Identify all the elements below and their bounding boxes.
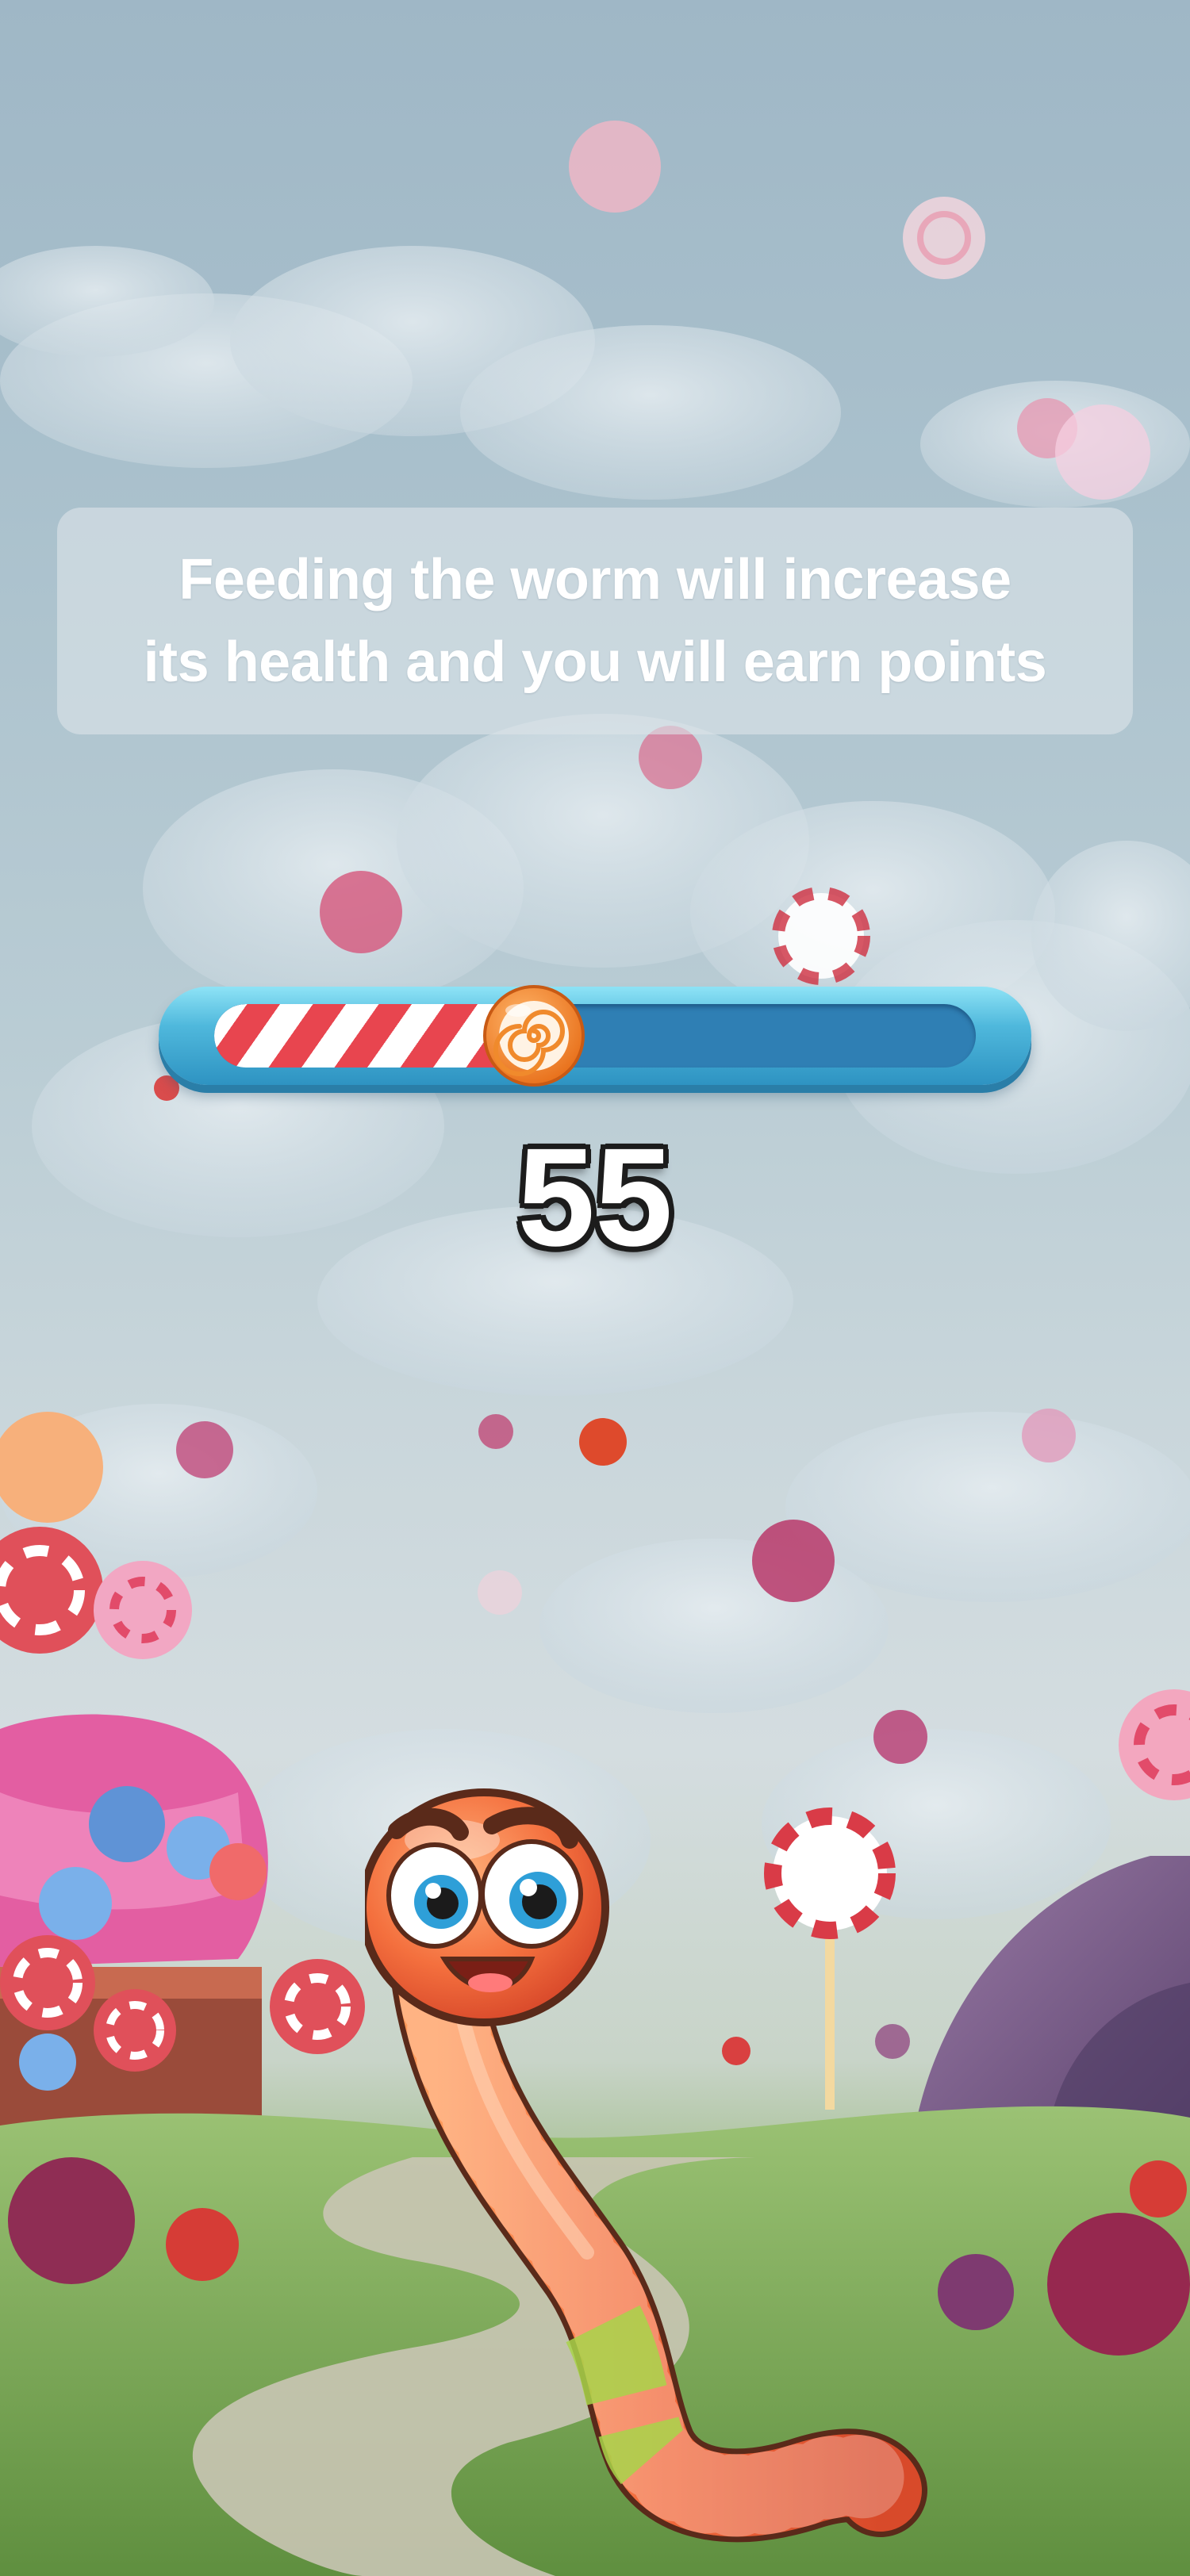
health-bar	[159, 985, 1031, 1087]
health-bar-track	[214, 1004, 976, 1068]
candy-swirl-icon[interactable]	[482, 983, 586, 1088]
worm-character[interactable]	[365, 1769, 936, 2570]
instruction-line-2: its health and you will earn points	[143, 631, 1047, 694]
instruction-line-1: Feeding the worm will increase	[178, 548, 1012, 611]
worm-head	[365, 1788, 609, 2026]
instruction-card: Feeding the worm will increase its healt…	[57, 508, 1133, 734]
instruction-text: Feeding the worm will increase its healt…	[144, 539, 1047, 703]
clouds	[0, 246, 1190, 1951]
score-counter: 55	[517, 1120, 673, 1275]
